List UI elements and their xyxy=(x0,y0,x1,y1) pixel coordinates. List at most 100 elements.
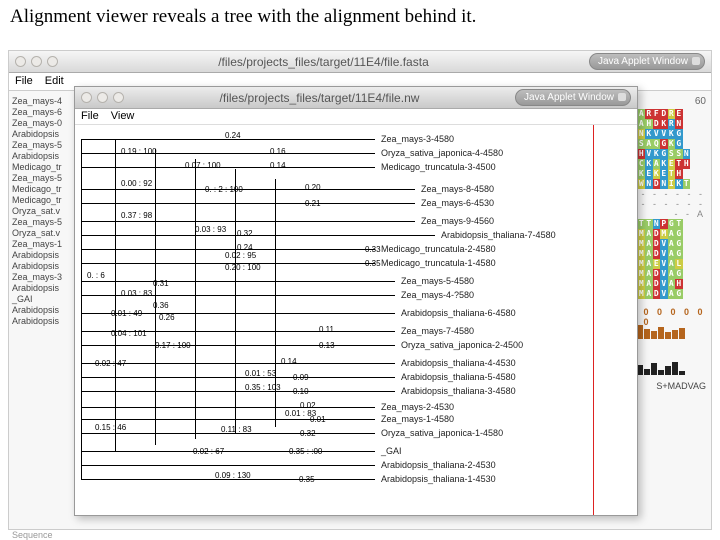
residue-cell: A xyxy=(645,259,653,269)
alignment-row: GKEKETH xyxy=(630,169,706,179)
sequence-label[interactable]: Zea_mays-5 xyxy=(12,217,62,228)
sequence-label[interactable]: Zea_mays-5 xyxy=(12,140,62,151)
close-icon[interactable] xyxy=(81,92,92,103)
residue-cell: D xyxy=(653,269,661,279)
branch-label: 0.15 : 46 xyxy=(95,423,126,432)
tree-leaf-label[interactable]: Arabidopsis_thaliana-3-4580 xyxy=(401,386,516,396)
sequence-label[interactable]: Medicago_tr xyxy=(12,162,62,173)
tree-titlebar[interactable]: /files/projects_files/target/11E4/file.n… xyxy=(75,87,637,109)
menu-edit[interactable]: Edit xyxy=(45,75,64,88)
alignment-titlebar[interactable]: /files/projects_files/target/11E4/file.f… xyxy=(9,51,711,73)
sequence-label[interactable]: Zea_mays-6 xyxy=(12,107,62,118)
tree-leaf-label[interactable]: Zea_mays-5-4580 xyxy=(401,276,474,286)
tree-leaf-label[interactable]: Medicago_truncatula-1-4580 xyxy=(381,258,496,268)
zoom-icon[interactable] xyxy=(47,56,58,67)
branch-label: 0.09 xyxy=(293,373,309,382)
tree-edge xyxy=(81,263,235,264)
tree-leaf-label[interactable]: Arabidopsis_thaliana-2-4530 xyxy=(381,460,496,470)
tree-edge xyxy=(81,377,115,378)
sequence-label[interactable]: Arabidopsis xyxy=(12,250,62,261)
tree-leaf-label[interactable]: Medicago_truncatula-2-4580 xyxy=(381,244,496,254)
branch-label: 0.02 : 47 xyxy=(95,359,126,368)
alignment-row: DMADVAH xyxy=(630,279,706,289)
residue-cell: K xyxy=(645,159,653,169)
residue-cell: A xyxy=(645,289,653,299)
sequence-label[interactable]: Arabidopsis xyxy=(12,316,62,327)
sequence-label[interactable]: Zea_mays-0 xyxy=(12,118,62,129)
sequence-label[interactable]: Arabidopsis xyxy=(12,283,62,294)
sequence-label[interactable]: Medicago_tr xyxy=(12,184,62,195)
tree-menubar[interactable]: File View xyxy=(75,109,637,125)
tree-leaf-label[interactable]: Arabidopsis_thaliana-4-4530 xyxy=(401,358,516,368)
residue-cell: E xyxy=(653,259,661,269)
zoom-icon[interactable] xyxy=(113,92,124,103)
sequence-label[interactable]: Zea_mays-4 xyxy=(12,96,62,107)
sequence-label[interactable]: Oryza_sat.v xyxy=(12,228,62,239)
window-controls[interactable] xyxy=(15,56,58,67)
residue-cell: V xyxy=(660,279,668,289)
tree-leaf-label[interactable]: Arabidopsis_thaliana-7-4580 xyxy=(441,230,556,240)
menu-file[interactable]: File xyxy=(81,110,99,123)
sequence-label[interactable]: _GAI xyxy=(12,294,62,305)
residue-cell: N xyxy=(660,179,668,189)
tree-leaf-label[interactable]: Zea_mays-9-4560 xyxy=(421,216,494,226)
minimize-icon[interactable] xyxy=(31,56,42,67)
tree-leaf-label[interactable]: Zea_mays-4-?580 xyxy=(401,290,474,300)
sequence-label[interactable]: Zea_mays-1 xyxy=(12,239,62,250)
residue-cell: D xyxy=(653,239,661,249)
tree-edge xyxy=(235,419,375,420)
sequence-label[interactable]: Arabidopsis xyxy=(12,305,62,316)
tree-edge xyxy=(81,419,235,420)
tree-leaf-label[interactable]: Arabidopsis_thaliana-5-4580 xyxy=(401,372,516,382)
sequence-label[interactable]: Arabidopsis xyxy=(12,261,62,272)
sequence-label[interactable]: Arabidopsis xyxy=(12,129,62,140)
threshold-line[interactable] xyxy=(593,125,594,515)
tree-leaf-label[interactable]: Arabidopsis_thaliana-1-4530 xyxy=(381,474,496,484)
residue-cell: R xyxy=(668,109,676,119)
branch-label: 0.14 xyxy=(270,161,286,170)
tree-leaf-label[interactable]: Zea_mays-8-4580 xyxy=(421,184,494,194)
sequence-label[interactable]: Arabidopsis xyxy=(12,151,62,162)
residue-cell: A xyxy=(638,119,646,129)
alignment-row: GAHDKRN xyxy=(630,119,706,129)
sequence-label[interactable]: Medicago_tr xyxy=(12,195,62,206)
residue-cell: L xyxy=(675,259,683,269)
tree-leaf-label[interactable]: Oryza_sativa_japonica-1-4580 xyxy=(381,428,503,438)
alignment-row: EMAEVAL xyxy=(630,259,706,269)
residue-cell: M xyxy=(638,289,646,299)
residue-cell: D xyxy=(660,109,668,119)
minimize-icon[interactable] xyxy=(97,92,108,103)
residue-cell: G xyxy=(668,219,676,229)
consensus-histogram xyxy=(630,357,706,375)
residue-cell: T xyxy=(675,219,683,229)
tree-leaf-label[interactable]: _GAI xyxy=(381,446,402,456)
tree-edge xyxy=(195,331,395,332)
tree-leaf-label[interactable]: Arabidopsis_thaliana-6-4580 xyxy=(401,308,516,318)
residue-cell: M xyxy=(638,239,646,249)
tree-leaf-label[interactable]: Oryza_sativa_japonica-4-4580 xyxy=(381,148,503,158)
close-icon[interactable] xyxy=(15,56,26,67)
branch-label: 0.17 : 100 xyxy=(155,341,191,350)
menu-file[interactable]: File xyxy=(15,75,33,88)
sequence-label[interactable]: Oryza_sat.v xyxy=(12,206,62,217)
residue-cell: V xyxy=(660,249,668,259)
tree-leaf-label[interactable]: Oryza_sativa_japonica-2-4500 xyxy=(401,340,523,350)
tree-leaf-label[interactable]: Zea_mays-2-4530 xyxy=(381,402,454,412)
residue-cell: G xyxy=(675,129,683,139)
alignment-row: RHVKGSSN xyxy=(630,149,706,159)
tree-leaf-label[interactable]: Zea_mays-7-4580 xyxy=(401,326,474,336)
window-controls[interactable] xyxy=(81,92,124,103)
residue-cell: V xyxy=(660,129,668,139)
tree-leaf-label[interactable]: Zea_mays-6-4530 xyxy=(421,198,494,208)
tree-leaf-label[interactable]: Zea_mays-1-4580 xyxy=(381,414,454,424)
menu-view[interactable]: View xyxy=(111,110,135,123)
tree-leaf-label[interactable]: Medicago_truncatula-3-4500 xyxy=(381,162,496,172)
residue-cell: E xyxy=(668,159,676,169)
tree-canvas[interactable]: Zea_mays-3-4580 Oryza_sativa_japonica-4-4… xyxy=(75,125,637,515)
branch-label: 0.24 xyxy=(225,131,241,140)
residue-cell: K xyxy=(668,129,676,139)
sequence-label[interactable]: Zea_mays-5 xyxy=(12,173,62,184)
residue-cell: T xyxy=(645,219,653,229)
sequence-label[interactable]: Zea_mays-3 xyxy=(12,272,62,283)
tree-leaf-label[interactable]: Zea_mays-3-4580 xyxy=(381,134,454,144)
